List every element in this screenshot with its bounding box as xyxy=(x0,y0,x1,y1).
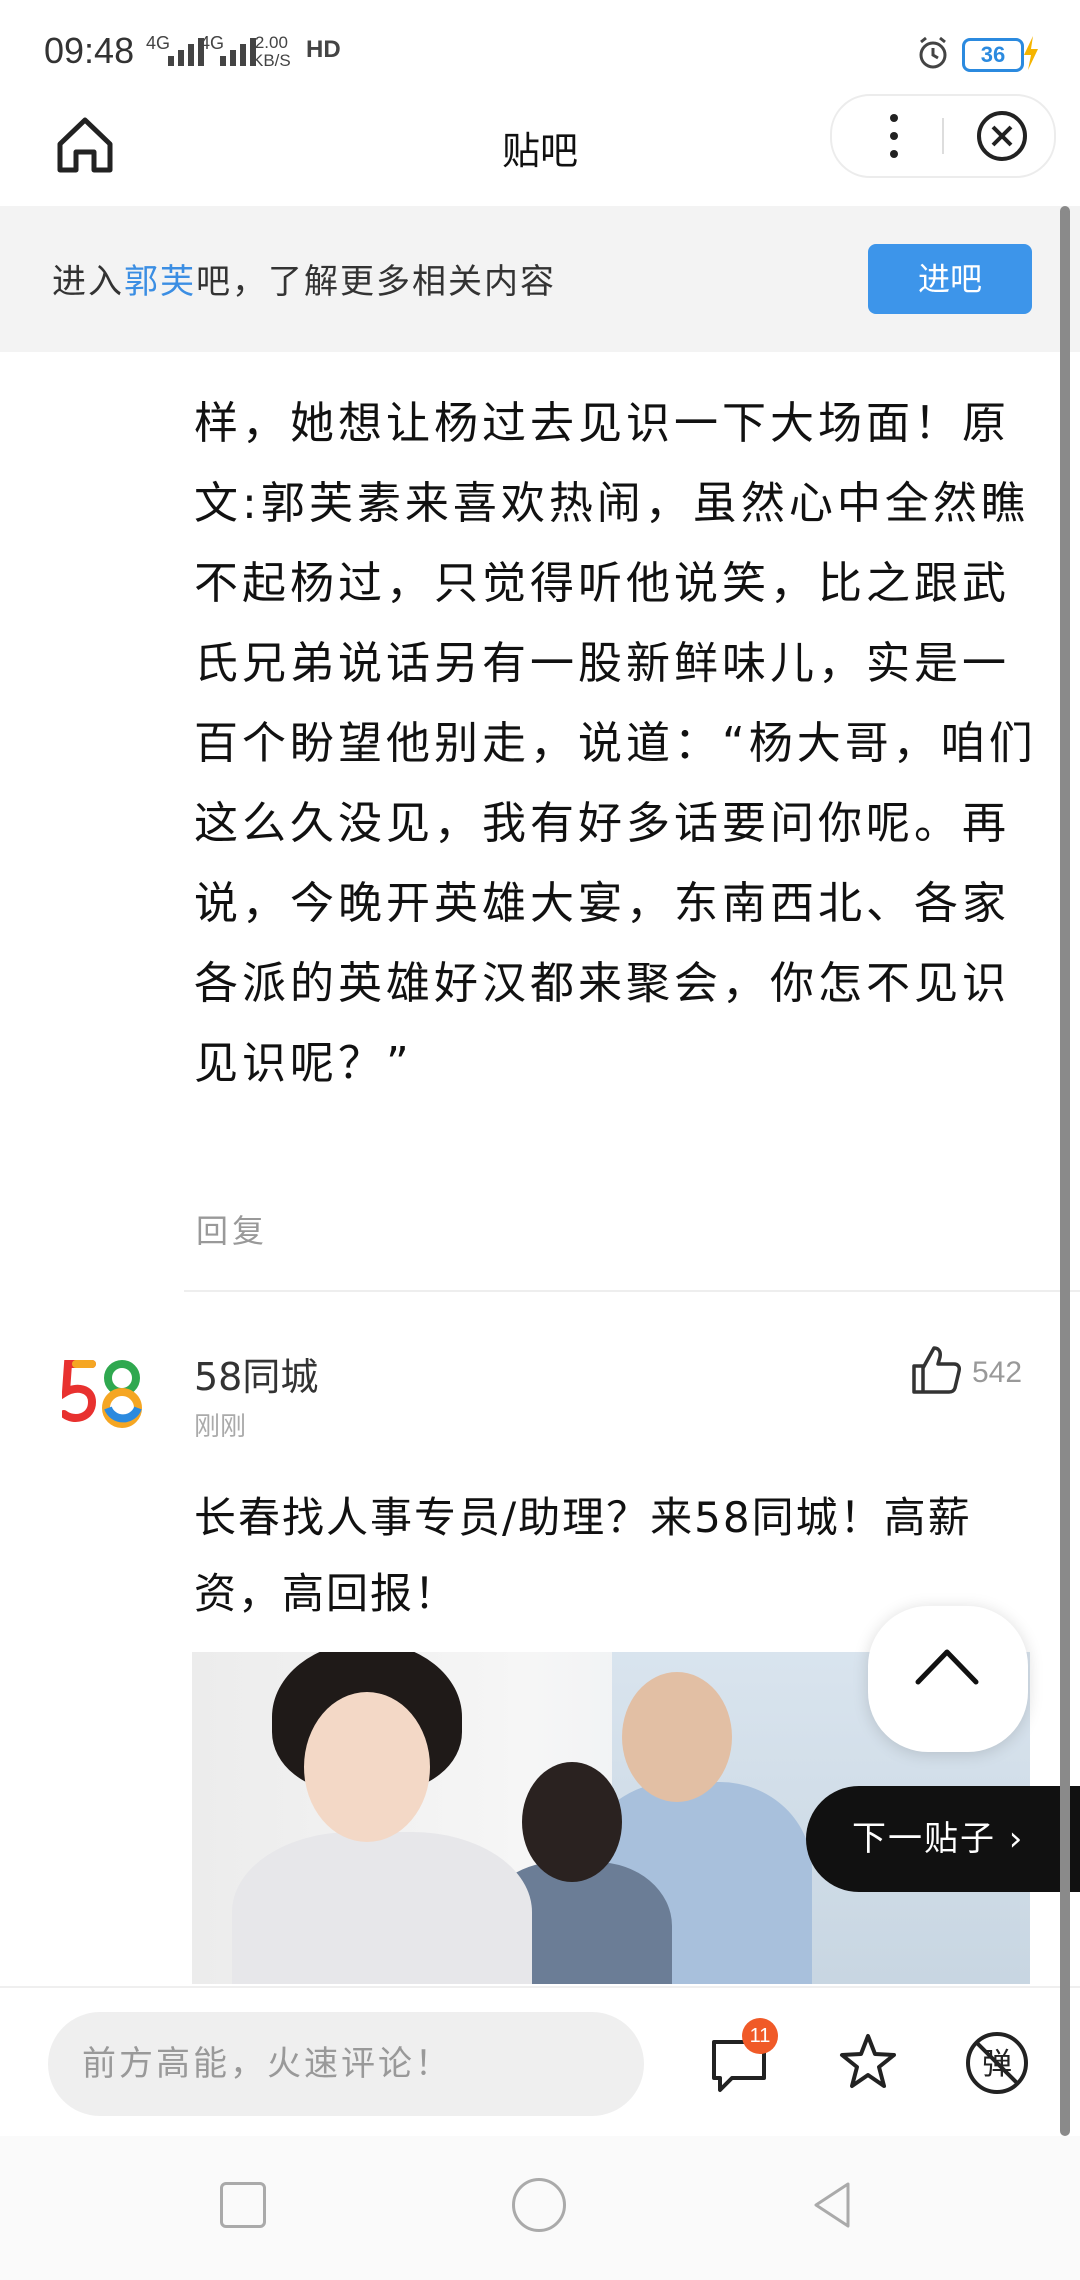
ad-image-figure xyxy=(232,1832,532,1984)
comment-bar: 前方高能，火速评论！ 11 弹 xyxy=(0,1986,1080,2138)
app-header: 贴吧 xyxy=(0,94,1080,206)
signal-icon-2 xyxy=(220,34,256,66)
banner-suffix: 吧，了解更多相关内容 xyxy=(196,262,556,302)
ad-image-figure xyxy=(522,1762,622,1882)
forum-name-link[interactable]: 郭芙 xyxy=(124,262,196,302)
mini-program-capsule xyxy=(830,94,1056,178)
thumbs-up-icon[interactable] xyxy=(910,1344,962,1396)
network-type-1: 4G xyxy=(146,33,171,53)
reply-button[interactable]: 回复 xyxy=(196,1206,268,1252)
banner-prefix: 进入 xyxy=(52,262,124,302)
next-post-button[interactable]: 下一贴子 › xyxy=(806,1786,1080,1892)
alarm-icon xyxy=(919,36,947,69)
post-divider xyxy=(184,1290,1080,1292)
comment-input[interactable]: 前方高能，火速评论！ xyxy=(48,2012,644,2116)
forum-banner-text: 进入郭芙吧，了解更多相关内容 xyxy=(52,254,556,303)
scroll-to-top-button[interactable] xyxy=(868,1606,1028,1752)
ad-author-name[interactable]: 58同城 xyxy=(194,1346,318,1401)
scrollbar[interactable] xyxy=(1060,206,1070,2136)
network-speed-unit: KB/S xyxy=(252,51,291,70)
star-icon[interactable] xyxy=(836,2030,900,2094)
more-icon[interactable] xyxy=(884,110,904,162)
like-count: 542 xyxy=(972,1356,1023,1389)
network-speed: 2.00 KB/S xyxy=(252,34,291,70)
post-body: 样，她想让杨过去见识一下大场面！原文:郭芙素来喜欢热闹，虽然心中全然瞧不起杨过，… xyxy=(194,398,1037,1089)
58-logo xyxy=(62,1360,142,1428)
charging-icon xyxy=(1024,36,1038,70)
forum-banner: 进入郭芙吧，了解更多相关内容 进吧 xyxy=(0,206,1080,352)
ad-image-figure xyxy=(622,1672,732,1802)
recent-apps-button[interactable] xyxy=(220,2182,266,2228)
battery-indicator: 36 xyxy=(962,38,1024,72)
scrollbar-thumb[interactable] xyxy=(1060,206,1070,2136)
close-icon[interactable] xyxy=(972,106,1032,166)
danmaku-toggle-icon[interactable]: 弹 xyxy=(964,2030,1030,2096)
hd-voice-icon: HD xyxy=(306,36,341,63)
system-nav-bar xyxy=(0,2136,1080,2280)
status-time: 09:48 xyxy=(44,30,135,71)
capsule-divider xyxy=(942,118,944,154)
chevron-up-icon xyxy=(915,1649,979,1685)
network-speed-value: 2.00 xyxy=(254,33,288,52)
ad-post-time: 刚刚 xyxy=(194,1412,247,1442)
ad-image-figure xyxy=(304,1692,430,1842)
home-button[interactable] xyxy=(512,2178,566,2232)
signal-icon-1 xyxy=(168,34,204,66)
enter-forum-button[interactable]: 进吧 xyxy=(868,244,1032,314)
comment-count-badge: 11 xyxy=(742,2018,778,2054)
back-icon[interactable] xyxy=(806,2178,860,2232)
